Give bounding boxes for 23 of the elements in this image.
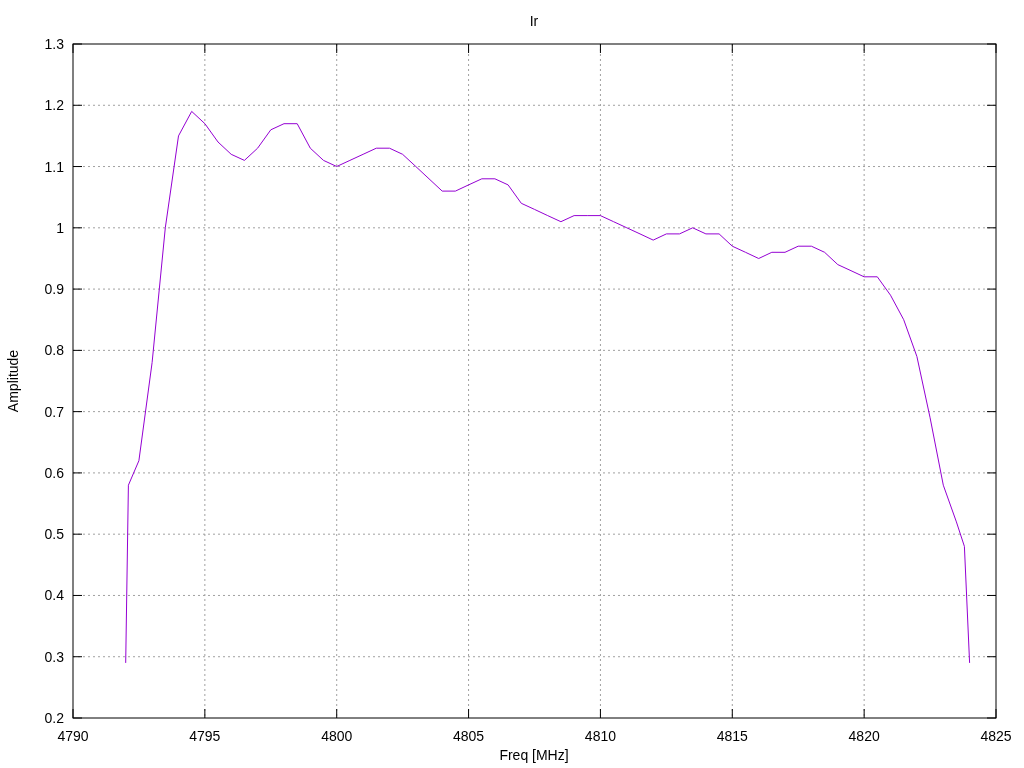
y-tick-label: 0.9: [44, 281, 64, 298]
y-tick-label: 0.5: [44, 526, 64, 543]
x-tick-label: 4805: [453, 728, 485, 744]
x-tick-label: 4795: [189, 728, 221, 744]
y-tick-label: 1: [56, 219, 64, 236]
x-tick-label: 4800: [321, 728, 353, 744]
y-tick-label: 0.4: [44, 587, 64, 604]
y-tick-label: 1.2: [44, 97, 64, 114]
y-tick-label: 0.6: [44, 464, 64, 481]
y-tick-label: 0.8: [44, 342, 64, 359]
x-tick-label: 4810: [584, 728, 616, 744]
y-tick-label: 1.1: [44, 158, 64, 175]
x-axis-label: Freq [MHz]: [499, 747, 569, 763]
y-axis-label: Amplitude: [5, 349, 21, 413]
x-tick-label: 4815: [716, 728, 748, 744]
x-tick-label: 4820: [848, 728, 880, 744]
x-tick-label: 4825: [980, 728, 1012, 744]
y-tick-label: 0.7: [44, 403, 64, 420]
y-tick-label: 0.3: [44, 648, 64, 665]
chart-title: Ir: [529, 13, 539, 29]
y-tick-label: 1.3: [44, 36, 64, 52]
y-tick-label: 0.2: [44, 710, 64, 726]
x-tick-label: 4790: [57, 728, 89, 744]
